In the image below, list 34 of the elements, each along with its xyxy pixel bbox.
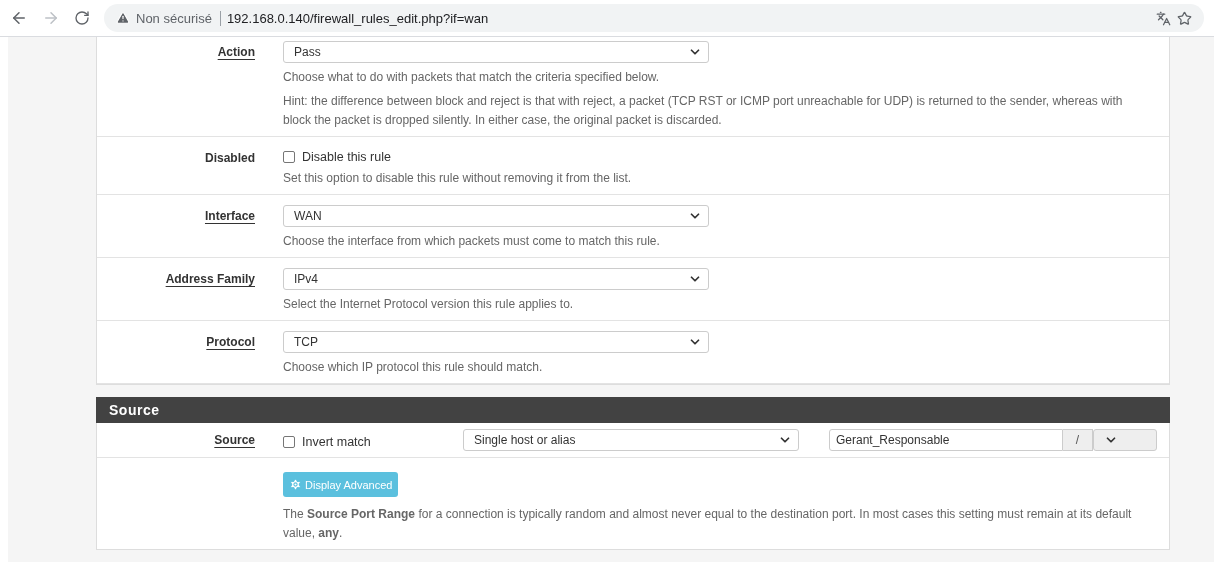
dropdown[interactable]: TCP [283,331,709,353]
field-label[interactable]: Protocol [206,331,255,377]
help-text: Select the Internet Protocol version this rule applies to. [283,296,575,313]
back-icon[interactable] [10,9,28,27]
section-heading: Source [96,397,1170,423]
help-text: Hint: the difference between block and reject is that with reject, a packet (TCP RST or ICMP port unreachable for UDP) is returned to the sender, whereas with block the packet is dropped silently. In either case, the original packet is discarded. [283,93,1124,129]
field-label[interactable]: Source [214,429,255,451]
checkbox[interactable] [283,151,295,163]
translate-icon[interactable] [1156,10,1171,26]
bookmark-star-icon[interactable] [1177,10,1192,26]
checkbox-label: Disable this rule [302,150,391,164]
help-text: The Source Port Range for a connection is typically random and almost never equal to the destination port. In most cases this setting must remain at its default value, any. [283,506,1133,542]
address-input[interactable]: Gerant_Responsable [829,429,1063,451]
address-bar[interactable]: Non sécurisé 192.168.0.140/firewall_rules_edit.php?if=wan [104,4,1204,32]
url-text: 192.168.0.140/firewall_rules_edit.php?if=wan [226,10,489,26]
reload-icon[interactable] [74,10,90,26]
checkbox[interactable] [283,435,295,448]
warning-icon [116,11,130,25]
security-label: Non sécurisé [136,10,221,26]
dropdown[interactable]: Single host or alias [463,429,799,451]
dropdown[interactable]: IPv4 [283,268,709,290]
help-text: Set this option to disable this rule without removing it from the list. [283,170,633,187]
help-text: Choose what to do with packets that match the criteria specified below. [283,69,661,86]
field-label[interactable]: Action [217,41,255,130]
field-label[interactable]: Address Family [165,268,255,314]
slash-separator: / [1075,433,1080,447]
gear-icon [289,478,302,491]
help-text: Choose the interface from which packets must come to match this rule. [283,233,661,250]
field-label[interactable]: Interface [204,205,255,251]
help-text: Choose which IP protocol this rule should match. [283,359,544,376]
checkbox-label: Invert match [302,434,371,449]
field-label: Disabled [205,150,255,167]
dropdown[interactable]: WAN [283,205,709,227]
dropdown[interactable]: Pass [283,41,709,63]
